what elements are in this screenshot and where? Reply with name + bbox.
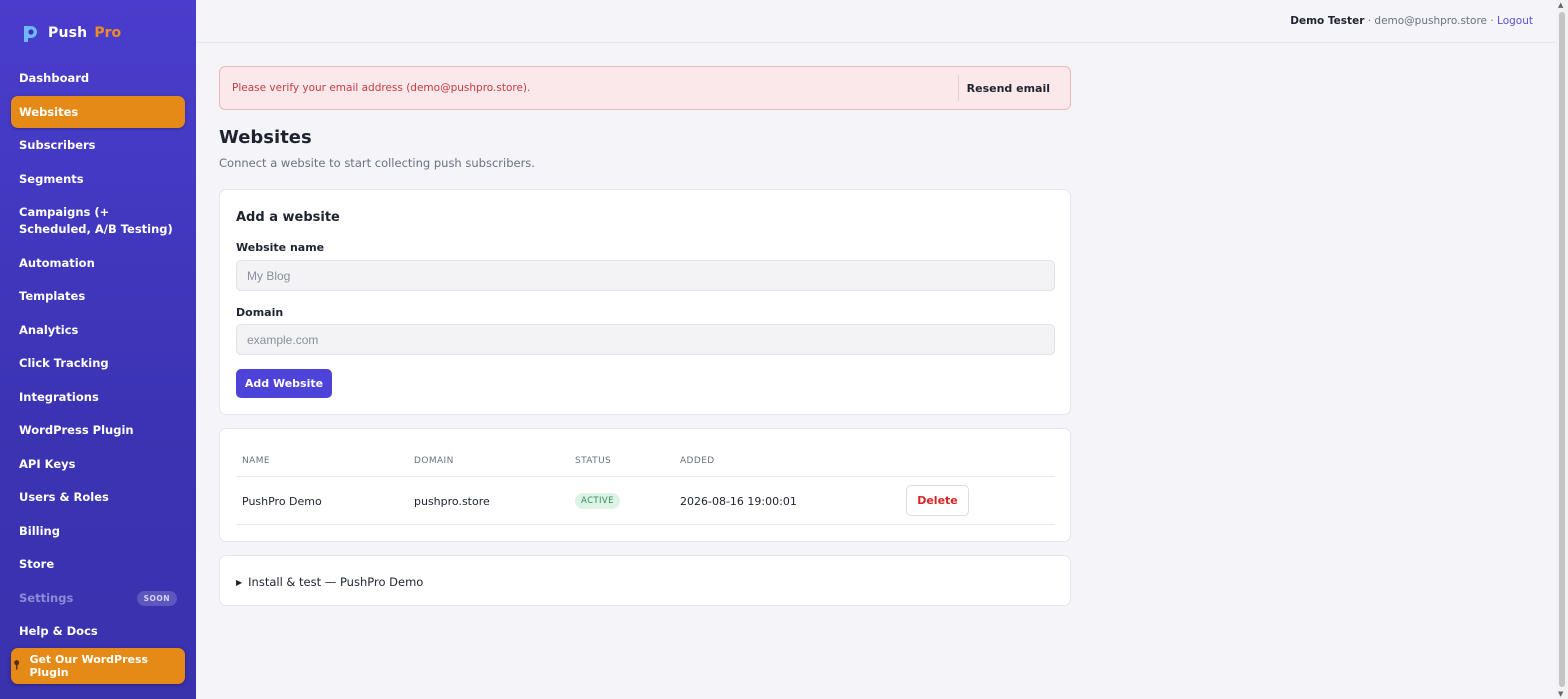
website-name-input[interactable] <box>236 260 1055 291</box>
scroll-up-icon[interactable]: ▲ <box>1558 1 1563 9</box>
page-title: Websites <box>219 127 312 148</box>
sidebar-item-templates[interactable]: Templates <box>11 280 185 312</box>
user-name: Demo Tester <box>1290 15 1365 27</box>
verify-email-alert: Please verify your email address (demo@p… <box>219 66 1071 110</box>
separator: · <box>1490 15 1494 27</box>
sidebar-item-label: Settings <box>19 591 74 605</box>
brand-accent: Pro <box>94 25 122 41</box>
sidebar-item-label: Automation <box>19 256 95 270</box>
column-header-added: ADDED <box>680 456 715 466</box>
sidebar-item-api-keys[interactable]: API Keys <box>11 448 185 480</box>
website-name-label: Website name <box>236 241 325 254</box>
domain-input[interactable] <box>236 324 1055 355</box>
cell-added: 2026-08-16 19:00:01 <box>680 495 797 508</box>
alert-message: Please verify your email address (demo@p… <box>232 82 531 94</box>
brand-name: Push <box>48 25 88 41</box>
sidebar: Push Pro Dashboard Websites Subscribers … <box>0 0 196 699</box>
get-wordpress-plugin-button[interactable]: 📍︎ Get Our WordPress Plugin <box>11 648 185 684</box>
cell-name: PushPro Demo <box>242 495 322 508</box>
add-website-button[interactable]: Add Website <box>236 369 332 398</box>
sidebar-item-click-tracking[interactable]: Click Tracking <box>11 347 185 379</box>
sidebar-item-store[interactable]: Store <box>11 548 185 580</box>
sidebar-item-label: Templates <box>19 289 86 303</box>
sidebar-item-label: API Keys <box>19 457 76 471</box>
cell-domain: pushpro.store <box>414 495 490 508</box>
cta-label: Get Our WordPress Plugin <box>29 653 149 679</box>
sidebar-item-users-roles[interactable]: Users & Roles <box>11 481 185 513</box>
sidebar-item-label: Subscribers <box>19 138 96 152</box>
sidebar-item-label: Dashboard <box>19 71 90 85</box>
install-test-toggle[interactable]: ▶ Install & test — PushPro Demo <box>236 575 423 589</box>
scroll-down-icon[interactable]: ▼ <box>1558 690 1563 698</box>
websites-table: NAME DOMAIN STATUS ADDED PushPro Demo pu… <box>219 428 1071 542</box>
sidebar-item-analytics[interactable]: Analytics <box>11 314 185 346</box>
sidebar-item-integrations[interactable]: Integrations <box>11 381 185 413</box>
column-header-status: STATUS <box>575 456 612 466</box>
sidebar-item-label: Integrations <box>19 390 99 404</box>
soon-badge: SOON <box>136 591 177 606</box>
sidebar-item-subscribers[interactable]: Subscribers <box>11 129 185 161</box>
brand-logo[interactable]: Push Pro <box>20 22 121 44</box>
resend-email-button[interactable]: Resend email <box>957 75 1058 101</box>
sidebar-item-label: WordPress Plugin <box>19 423 134 437</box>
user-email: demo@pushpro.store <box>1374 15 1488 27</box>
sidebar-item-settings: Settings SOON <box>11 582 185 614</box>
sidebar-item-dashboard[interactable]: Dashboard <box>11 62 185 94</box>
page-scrollbar[interactable]: ▲ ▼ <box>1556 0 1568 699</box>
disclosure-triangle-icon: ▶ <box>236 577 243 587</box>
separator: · <box>1367 15 1372 27</box>
delete-button[interactable]: Delete <box>906 485 969 516</box>
sidebar-item-label: Campaigns (+ Scheduled, A/B Testing) <box>19 205 173 236</box>
user-info: Demo Tester · demo@pushpro.store · Logou… <box>1290 15 1533 27</box>
top-bar: Demo Tester · demo@pushpro.store · Logou… <box>196 0 1568 43</box>
install-test-label: Install & test — PushPro Demo <box>248 575 424 589</box>
divider <box>236 524 1055 525</box>
sidebar-item-label: Users & Roles <box>19 490 109 504</box>
add-website-card: Add a website Website name Domain Add We… <box>219 189 1071 415</box>
push-logo-icon <box>20 23 40 43</box>
card-heading: Add a website <box>236 210 340 225</box>
column-header-domain: DOMAIN <box>414 456 454 466</box>
sidebar-item-automation[interactable]: Automation <box>11 247 185 279</box>
install-test-card: ▶ Install & test — PushPro Demo <box>219 555 1071 606</box>
sidebar-item-label: Click Tracking <box>19 356 109 370</box>
sidebar-item-billing[interactable]: Billing <box>11 515 185 547</box>
sidebar-item-label: Billing <box>19 524 60 538</box>
sidebar-item-label: Analytics <box>19 323 79 337</box>
scroll-thumb[interactable] <box>1559 12 1565 687</box>
domain-label: Domain <box>236 306 284 319</box>
sidebar-item-websites[interactable]: Websites <box>11 96 185 128</box>
sidebar-item-wordpress-plugin[interactable]: WordPress Plugin <box>11 414 185 446</box>
page-subtitle: Connect a website to start collecting pu… <box>219 156 535 170</box>
sidebar-item-help-docs[interactable]: Help & Docs <box>11 615 185 647</box>
status-badge: ACTIVE <box>575 493 620 509</box>
sidebar-item-segments[interactable]: Segments <box>11 163 185 195</box>
sidebar-item-label: Websites <box>19 105 79 119</box>
divider <box>236 476 1055 477</box>
sidebar-item-campaigns[interactable]: Campaigns (+ Scheduled, A/B Testing) <box>11 201 185 241</box>
pin-icon: 📍︎ <box>11 661 23 671</box>
logout-link[interactable]: Logout <box>1497 15 1533 27</box>
sidebar-item-label: Help & Docs <box>19 624 98 638</box>
sidebar-item-label: Store <box>19 557 55 571</box>
column-header-name: NAME <box>242 456 270 466</box>
sidebar-item-label: Segments <box>19 172 84 186</box>
